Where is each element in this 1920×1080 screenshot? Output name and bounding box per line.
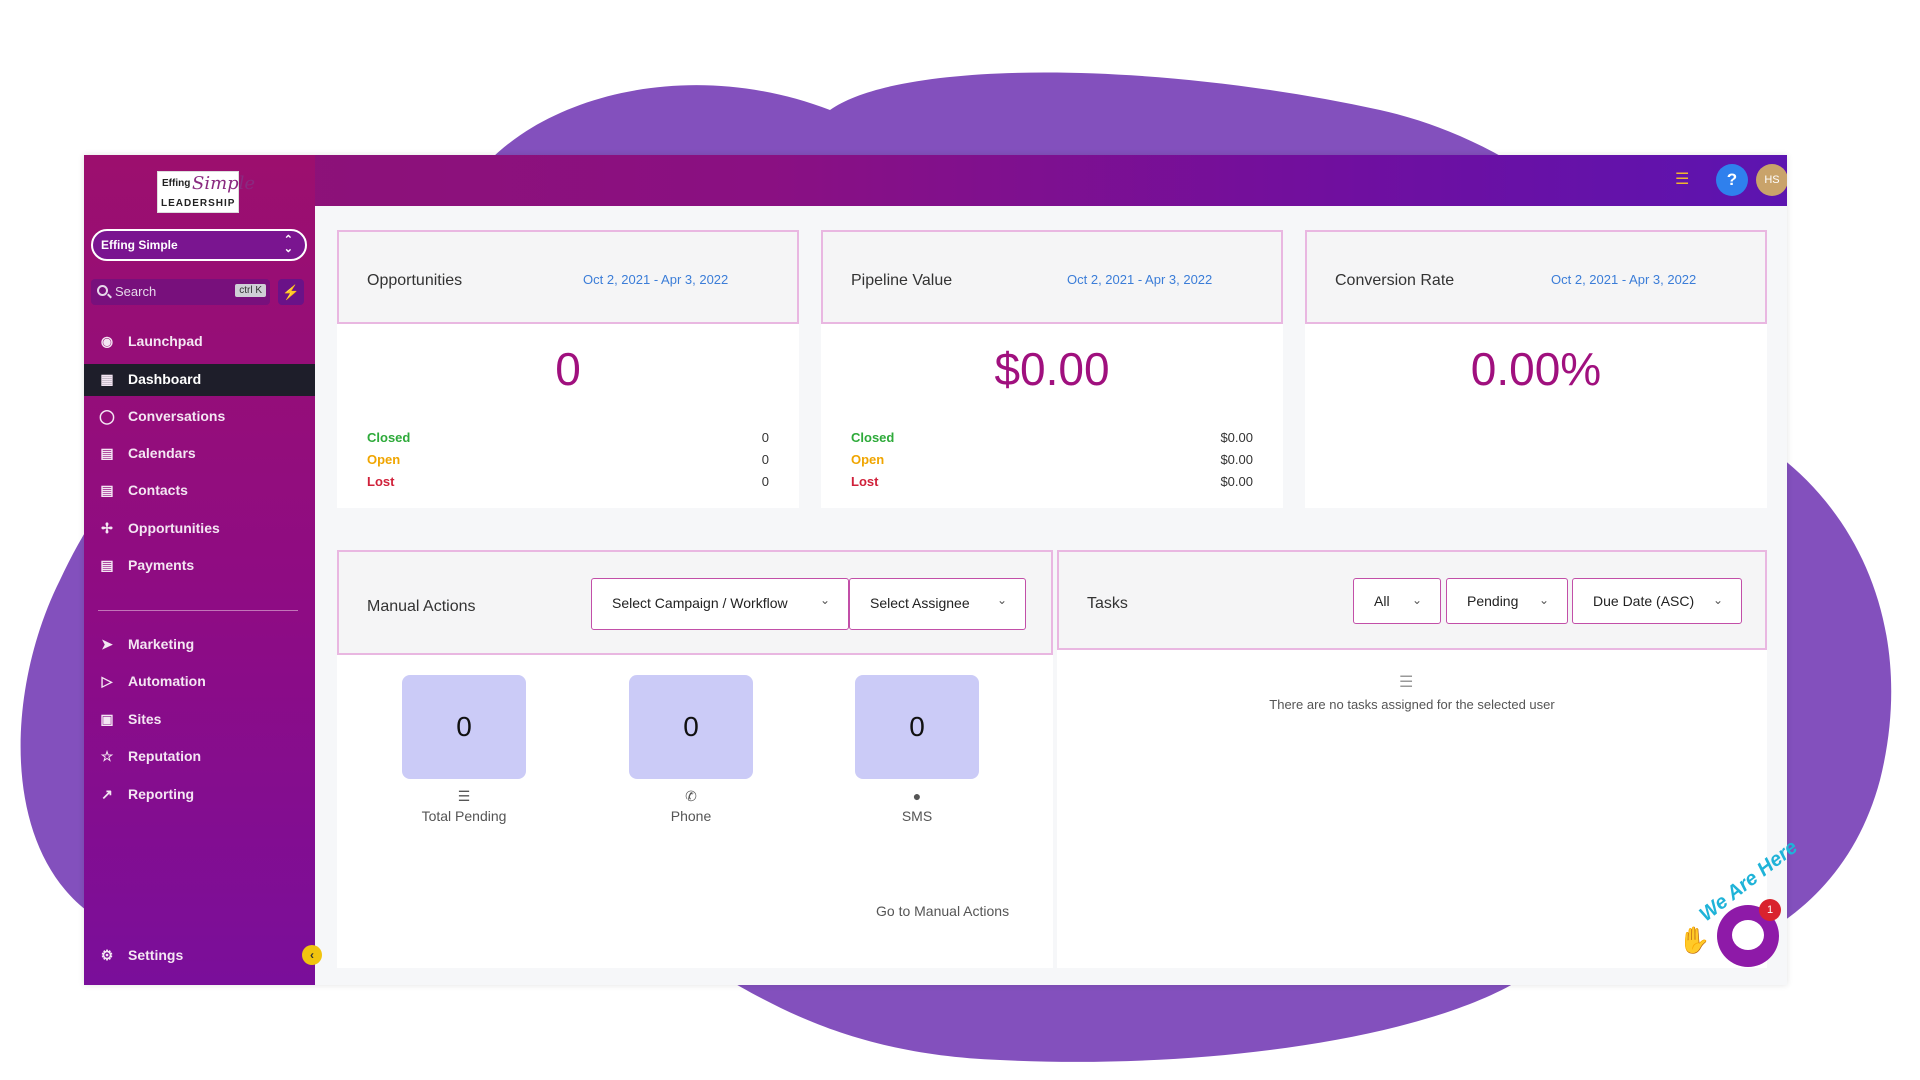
open-value: 0 [761, 452, 769, 467]
chevron-down-icon: ⌄ [819, 593, 830, 607]
phone-icon: ✆ [685, 788, 697, 804]
chevron-down-icon: ⌄ [1411, 593, 1422, 607]
sidebar-item-dashboard[interactable]: ▦ Dashboard [84, 364, 315, 396]
app-window: ☰ ? HS Effing Simple LEADERSHIP Effing S… [84, 155, 1787, 985]
campaign-workflow-select[interactable]: Select Campaign / Workflow ⌄ [591, 578, 849, 630]
kpi-card-pipeline-value: Pipeline Value Oct 2, 2021 - Apr 3, 2022… [821, 230, 1283, 508]
search-placeholder: Search [115, 284, 157, 299]
date-range[interactable]: Oct 2, 2021 - Apr 3, 2022 [1551, 272, 1696, 287]
lost-value: 0 [761, 474, 769, 489]
panel-title: Manual Actions [367, 598, 476, 615]
grid-icon: ▦ [100, 371, 114, 387]
kpi-value: 0.00% [1470, 343, 1602, 395]
list-icon: ☰ [457, 788, 471, 804]
tasks-filter-all[interactable]: All ⌄ [1353, 578, 1441, 624]
chat-widget-button[interactable]: 1 [1717, 899, 1781, 967]
lost-value: $0.00 [1220, 474, 1253, 489]
sidebar-item-opportunities[interactable]: ✢ Opportunities [84, 513, 315, 545]
chevron-down-icon: ⌄ [1538, 593, 1549, 607]
account-name: Effing Simple [101, 238, 178, 252]
chevron-down-icon: ⌄ [1712, 593, 1723, 607]
go-to-manual-actions-link[interactable]: Go to Manual Actions [876, 903, 1009, 919]
list-icon[interactable]: ☰ [1675, 169, 1689, 189]
brand-logo[interactable]: Effing Simple LEADERSHIP [157, 171, 255, 213]
closed-value: 0 [761, 430, 769, 445]
play-icon: ▷ [101, 673, 113, 689]
help-button[interactable]: ? [1716, 164, 1748, 196]
chevron-updown-icon: ⌃ ⌄ [283, 234, 293, 255]
open-value: $0.00 [1220, 452, 1253, 467]
kpi-value: $0.00 [994, 343, 1110, 395]
sidebar-item-calendars[interactable]: ▤ Calendars [84, 438, 315, 470]
sms-tile[interactable]: 0 [855, 675, 979, 779]
chevron-down-icon: ⌄ [996, 593, 1007, 607]
tile-label: Phone [670, 808, 712, 824]
sidebar-item-sites[interactable]: ▣ Sites [84, 704, 315, 736]
search-input[interactable]: Search ctrl K [91, 279, 270, 305]
sidebar-item-settings[interactable]: ⚙ Settings [84, 940, 315, 972]
sidebar-divider [98, 610, 298, 611]
open-label: Open [367, 452, 401, 467]
open-label: Open [851, 452, 885, 467]
star-icon: ☆ [100, 748, 114, 764]
kpi-card-conversion-rate: Conversion Rate Oct 2, 2021 - Apr 3, 202… [1305, 230, 1767, 508]
card-title: Opportunities [367, 272, 463, 289]
account-switcher[interactable]: Effing Simple ⌃ ⌄ [91, 229, 307, 261]
rocket-icon: ◉ [100, 333, 114, 349]
shortcut-hint: ctrl K [235, 284, 266, 297]
lost-label: Lost [367, 474, 395, 489]
sidebar-item-automation[interactable]: ▷ Automation [84, 666, 315, 698]
gear-icon: ⚙ [100, 947, 114, 963]
opportunities-icon: ✢ [101, 520, 113, 536]
sidebar-item-launchpad[interactable]: ◉ Launchpad [84, 326, 315, 358]
tile-label: SMS [901, 808, 933, 824]
sidebar-item-conversations[interactable]: ◯ Conversations [84, 401, 315, 433]
sidebar-item-payments[interactable]: ▤ Payments [84, 550, 315, 582]
search-icon [97, 285, 108, 296]
closed-value: $0.00 [1220, 430, 1253, 445]
kpi-value: 0 [555, 343, 581, 395]
sidebar-item-reporting[interactable]: ↗ Reporting [84, 779, 315, 811]
closed-label: Closed [851, 430, 895, 445]
sidebar-item-reputation[interactable]: ☆ Reputation [84, 741, 315, 773]
wave-icon: ✋ [1678, 925, 1711, 955]
sidebar: Effing Simple LEADERSHIP Effing Simple ⌃… [84, 155, 315, 985]
manual-actions-panel: Manual Actions Select Campaign / Workflo… [337, 550, 1053, 968]
chat-bubble-icon [1732, 920, 1764, 950]
payments-icon: ▤ [100, 557, 114, 573]
collapse-sidebar-button[interactable]: ‹ [302, 945, 322, 965]
quick-action-icon[interactable]: ⚡ [278, 279, 304, 305]
lost-label: Lost [851, 474, 879, 489]
tasks-panel: Tasks All ⌄ Pending ⌄ Due Date (ASC) ⌄ ☰… [1057, 550, 1767, 968]
tile-label: Total Pending [421, 808, 507, 824]
tasks-filter-status[interactable]: Pending ⌄ [1446, 578, 1568, 624]
trend-icon: ↗ [101, 786, 113, 802]
panel-title: Tasks [1087, 595, 1128, 612]
tasks-sort-select[interactable]: Due Date (ASC) ⌄ [1572, 578, 1742, 624]
card-title: Pipeline Value [851, 272, 953, 289]
phone-tile[interactable]: 0 [629, 675, 753, 779]
task-list-icon: ☰ [1399, 674, 1414, 691]
avatar[interactable]: HS [1756, 164, 1787, 196]
kpi-card-opportunities: Opportunities Oct 2, 2021 - Apr 3, 2022 … [337, 230, 799, 508]
sidebar-item-contacts[interactable]: ▤ Contacts [84, 475, 315, 507]
chat-icon: ◯ [99, 408, 115, 424]
contacts-icon: ▤ [100, 482, 114, 498]
topbar: ☰ ? HS [84, 155, 1787, 206]
closed-label: Closed [367, 430, 411, 445]
date-range[interactable]: Oct 2, 2021 - Apr 3, 2022 [1067, 272, 1212, 287]
send-icon: ➤ [101, 636, 113, 652]
total-pending-tile[interactable]: 0 [402, 675, 526, 779]
card-title: Conversion Rate [1335, 272, 1455, 289]
tasks-empty-message: There are no tasks assigned for the sele… [1269, 697, 1555, 712]
screen: ☰ ? HS Effing Simple LEADERSHIP Effing S… [0, 0, 1920, 1080]
sms-icon: ● [912, 788, 922, 804]
sites-icon: ▣ [100, 711, 114, 727]
assignee-select[interactable]: Select Assignee ⌄ [849, 578, 1026, 630]
sidebar-item-marketing[interactable]: ➤ Marketing [84, 629, 315, 661]
date-range[interactable]: Oct 2, 2021 - Apr 3, 2022 [583, 272, 728, 287]
calendar-icon: ▤ [100, 445, 114, 461]
notification-badge: 1 [1759, 899, 1781, 921]
